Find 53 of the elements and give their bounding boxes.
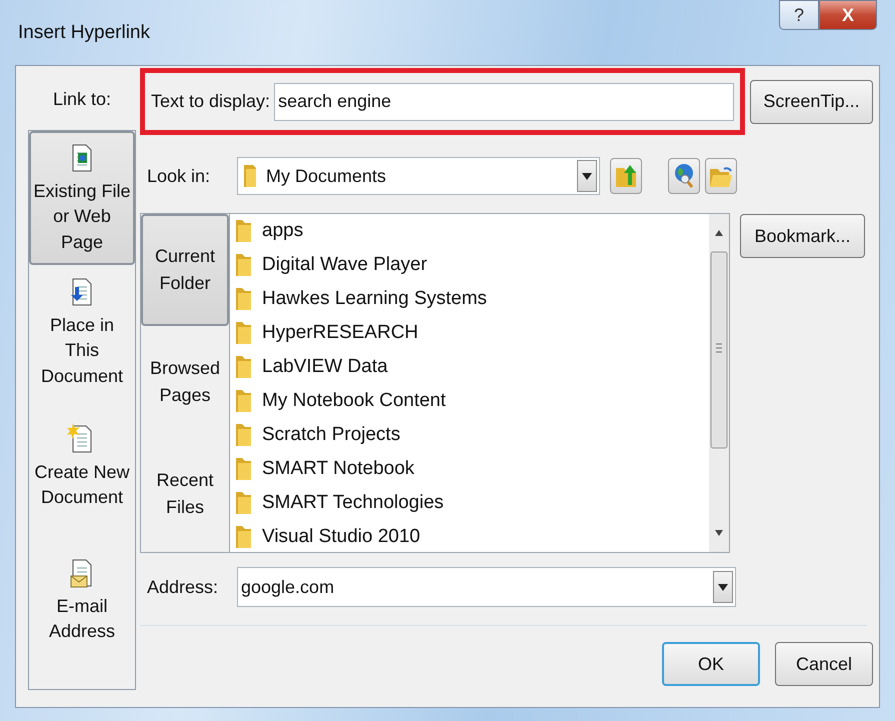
link-to-label: Link to: <box>52 88 112 110</box>
screentip-button[interactable]: ScreenTip... <box>750 80 873 124</box>
folder-icon <box>234 422 252 448</box>
bookmark-button[interactable]: Bookmark... <box>740 214 865 258</box>
folder-name[interactable]: apps <box>262 220 304 242</box>
ok-button[interactable]: OK <box>662 642 760 686</box>
look-in-value: My Documents <box>266 166 386 186</box>
folder-icon <box>234 388 252 414</box>
link-type-option[interactable]: Existing File or Web Page <box>29 131 135 265</box>
folder-icon <box>242 163 258 189</box>
look-in-label: Look in: <box>147 166 212 186</box>
folder-name[interactable]: Visual Studio 2010 <box>262 526 420 548</box>
folder-icon <box>234 320 252 346</box>
browse-file-button[interactable] <box>705 158 737 194</box>
folder-name[interactable]: HyperRESEARCH <box>262 322 418 344</box>
address-field[interactable]: google.com <box>237 567 736 607</box>
link-type-option[interactable]: Place in This Document <box>29 265 135 399</box>
folder-name[interactable]: SMART Technologies <box>262 492 444 514</box>
folder-name[interactable]: Hawkes Learning Systems <box>262 288 487 310</box>
folder-name[interactable]: Scratch Projects <box>262 424 400 446</box>
folder-icon <box>234 286 252 312</box>
address-label: Address: <box>147 576 220 598</box>
link-type-option[interactable]: E-mail Address <box>29 533 135 667</box>
globe-magnifier-icon <box>673 162 695 190</box>
folder-icon <box>234 456 252 482</box>
browse-web-button[interactable] <box>668 158 700 194</box>
window-title: Insert Hyperlink <box>18 22 150 44</box>
look-in-dropdown[interactable]: My Documents <box>237 157 600 195</box>
folder-up-icon <box>615 163 637 189</box>
help-button[interactable]: ? <box>779 0 819 30</box>
link-type-option[interactable]: Create New Document <box>29 399 135 533</box>
dropdown-button[interactable] <box>713 571 733 603</box>
folder-name[interactable]: LabVIEW Data <box>262 356 388 378</box>
up-folder-button[interactable] <box>610 158 642 194</box>
folder-icon <box>234 354 252 380</box>
close-button[interactable]: X <box>819 0 877 30</box>
address-value: google.com <box>241 576 334 598</box>
folder-icon <box>234 524 252 550</box>
caret-icon <box>718 584 728 590</box>
cancel-button[interactable]: Cancel <box>775 642 873 686</box>
folder-name[interactable]: SMART Notebook <box>262 458 414 480</box>
browse-tab[interactable]: Recent Files <box>141 438 229 550</box>
folder-name[interactable]: Digital Wave Player <box>262 254 428 276</box>
caret-icon <box>582 172 592 180</box>
dropdown-button[interactable] <box>577 160 597 192</box>
folder-icon <box>234 252 252 278</box>
text-to-display-label: Text to display: <box>151 91 270 112</box>
browse-tab[interactable]: Browsed Pages <box>141 326 229 438</box>
browse-tab[interactable]: Current Folder <box>141 214 229 326</box>
folder-icon <box>234 490 252 516</box>
folder-name[interactable]: My Notebook Content <box>262 390 446 412</box>
folder-icon <box>234 218 252 244</box>
text-to-display-field[interactable]: search engine <box>274 82 734 120</box>
